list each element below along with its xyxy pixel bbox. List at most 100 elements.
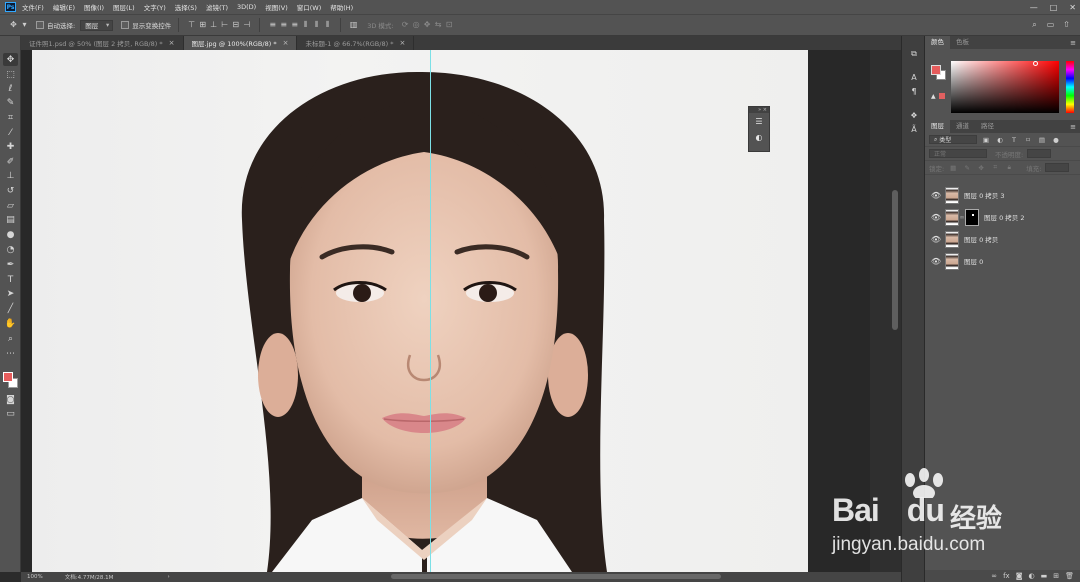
tab-document-2[interactable]: 图层.jpg @ 100%(RGB/8) * × (183, 36, 298, 50)
tab-paths[interactable]: 路径 (975, 120, 1000, 133)
scroll-thumb[interactable] (892, 190, 898, 330)
status-menu-icon[interactable]: › (167, 574, 169, 580)
menu-type[interactable]: 文字(Y) (144, 2, 166, 12)
add-mask-icon[interactable]: ◙ (1016, 572, 1023, 580)
maximize-icon[interactable]: □ (1050, 3, 1058, 12)
move-tool-preset-icon[interactable]: ✥ (8, 20, 19, 30)
fx-icon[interactable]: fx (1003, 572, 1010, 580)
eye-icon[interactable]: 👁︎ (930, 235, 942, 244)
hand-tool-icon[interactable]: ✋ (3, 317, 18, 330)
layer-name[interactable]: 图层 0 拷贝 3 (964, 190, 1004, 200)
layer-row[interactable]: 👁︎ 图层 0 拷贝 3 (925, 184, 1080, 206)
trash-icon[interactable]: 🗑︎ (1065, 572, 1074, 580)
foreground-color-swatch[interactable] (931, 65, 941, 75)
filter-smart-icon[interactable]: ▤ (1037, 136, 1047, 144)
align-vcenter-icon[interactable]: ⊞ (197, 20, 208, 30)
eraser-tool-icon[interactable]: ▱ (3, 199, 18, 212)
crop-tool-icon[interactable]: ⌗ (3, 111, 18, 124)
web-safe-swatch[interactable] (939, 93, 945, 99)
link-layers-icon[interactable]: ∞ (991, 572, 997, 580)
zoom-level[interactable]: 100% (27, 574, 43, 580)
share-icon[interactable]: ⇧ (1061, 20, 1072, 30)
distribute-vcenter-icon[interactable]: ≡ (278, 20, 289, 30)
type-tool-icon[interactable]: T (3, 273, 18, 286)
menu-3d[interactable]: 3D(D) (237, 3, 256, 11)
canvas-area[interactable]: » × ☰ ◐ (21, 50, 891, 572)
tab-document-1[interactable]: 证件照1.psd @ 50% (图层 2 拷贝, RGB/8) * × (21, 36, 184, 50)
hue-slider[interactable] (1066, 61, 1074, 113)
lock-move-icon[interactable]: ✥ (976, 164, 986, 172)
healing-brush-tool-icon[interactable]: ✚ (3, 140, 18, 153)
character-panel-icon[interactable]: A (907, 72, 921, 84)
screen-mode-icon[interactable]: ▭ (3, 407, 18, 420)
dodge-tool-icon[interactable]: ◔ (3, 243, 18, 256)
menu-view[interactable]: 视图(V) (265, 2, 288, 12)
new-group-icon[interactable]: ▬ (1041, 572, 1048, 580)
auto-select-checkbox[interactable] (36, 21, 44, 29)
filter-shape-icon[interactable]: ⌑ (1023, 136, 1033, 144)
workspace-icon[interactable]: ▭ (1045, 20, 1056, 30)
layer-row[interactable]: 👁︎ ∞ 图层 0 拷贝 2 (925, 206, 1080, 228)
close-icon[interactable]: × (169, 39, 175, 47)
foreground-color-swatch[interactable] (3, 372, 13, 382)
blend-mode-dropdown[interactable]: 正常 (929, 149, 987, 158)
picker-cursor[interactable] (1033, 61, 1038, 66)
move-tool-icon[interactable]: ✥ (3, 53, 18, 66)
opacity-input[interactable] (1027, 149, 1052, 158)
filter-adjustment-icon[interactable]: ◐ (995, 136, 1005, 144)
filter-toggle-icon[interactable]: ● (1051, 136, 1061, 144)
align-left-icon[interactable]: ⊢ (219, 20, 230, 30)
align-bottom-icon[interactable]: ⊥ (208, 20, 219, 30)
line-tool-icon[interactable]: ╱ (3, 302, 18, 315)
brush-tool-icon[interactable]: ✐ (3, 155, 18, 168)
properties-icon[interactable]: ☰ (749, 113, 769, 129)
menu-help[interactable]: 帮助(H) (330, 2, 353, 12)
menu-file[interactable]: 文件(F) (22, 2, 44, 12)
fill-input[interactable] (1045, 163, 1070, 172)
gamut-warning-icon[interactable]: ▲ (931, 93, 936, 100)
tab-color[interactable]: 颜色 (925, 36, 950, 49)
close-icon[interactable]: ✕ (1069, 3, 1076, 12)
auto-select-dropdown[interactable]: 图层 (80, 19, 114, 31)
search-icon[interactable]: ⌕ (1029, 20, 1040, 30)
tab-swatches[interactable]: 色板 (950, 36, 975, 49)
libraries-panel-icon[interactable]: ❖ (907, 110, 921, 122)
tab-channels[interactable]: 通道 (950, 120, 975, 133)
blur-tool-icon[interactable]: ● (3, 228, 18, 241)
lasso-tool-icon[interactable]: ℓ (3, 82, 18, 95)
auto-align-icon[interactable]: ▥ (348, 20, 359, 30)
gradient-tool-icon[interactable]: ▤ (3, 213, 18, 226)
distribute-hcenter-icon[interactable]: ⦀ (311, 20, 322, 30)
adjustment-layer-icon[interactable]: ◐ (1029, 572, 1035, 580)
minimize-icon[interactable]: — (1030, 3, 1038, 12)
align-hcenter-icon[interactable]: ⊟ (230, 20, 241, 30)
align-top-icon[interactable]: ⊤ (186, 20, 197, 30)
history-brush-tool-icon[interactable]: ↺ (3, 184, 18, 197)
menu-layer[interactable]: 图层(L) (113, 2, 135, 12)
zoom-tool-icon[interactable]: ⌕ (3, 332, 18, 345)
layer-kind-dropdown[interactable]: ⌕ 类型 (929, 135, 977, 144)
tab-layers[interactable]: 图层 (925, 120, 950, 133)
lock-pixels-icon[interactable]: ▦ (948, 164, 958, 172)
layer-mask-thumbnail[interactable] (965, 208, 979, 226)
quick-mask-icon[interactable]: ◙ (3, 393, 18, 406)
menu-select[interactable]: 选择(S) (175, 2, 197, 12)
eye-icon[interactable]: 👁︎ (930, 191, 942, 200)
show-transform-checkbox[interactable] (121, 21, 130, 29)
layer-name[interactable]: 图层 0 拷贝 (964, 234, 998, 244)
chevron-down-icon[interactable]: ▾ (19, 20, 30, 30)
panel-menu-icon[interactable]: ≡ (1070, 123, 1076, 131)
filter-type-icon[interactable]: T (1009, 136, 1019, 144)
3d-slide-icon[interactable]: ⇆ (433, 20, 444, 30)
close-icon[interactable]: × (283, 39, 289, 47)
new-layer-icon[interactable]: ⊞ (1053, 572, 1059, 580)
marquee-tool-icon[interactable]: ⬚ (3, 68, 18, 81)
vertical-guide-line[interactable] (430, 50, 431, 572)
history-panel-icon[interactable]: ⧉ (907, 48, 921, 60)
3d-roll-icon[interactable]: ◎ (411, 20, 422, 30)
menu-edit[interactable]: 编辑(E) (53, 2, 75, 12)
distribute-left-icon[interactable]: ⦀ (300, 20, 311, 30)
lock-paint-icon[interactable]: ✎ (962, 164, 972, 172)
quick-select-tool-icon[interactable]: ✎ (3, 96, 18, 109)
horizontal-scrollbar[interactable] (391, 574, 721, 579)
